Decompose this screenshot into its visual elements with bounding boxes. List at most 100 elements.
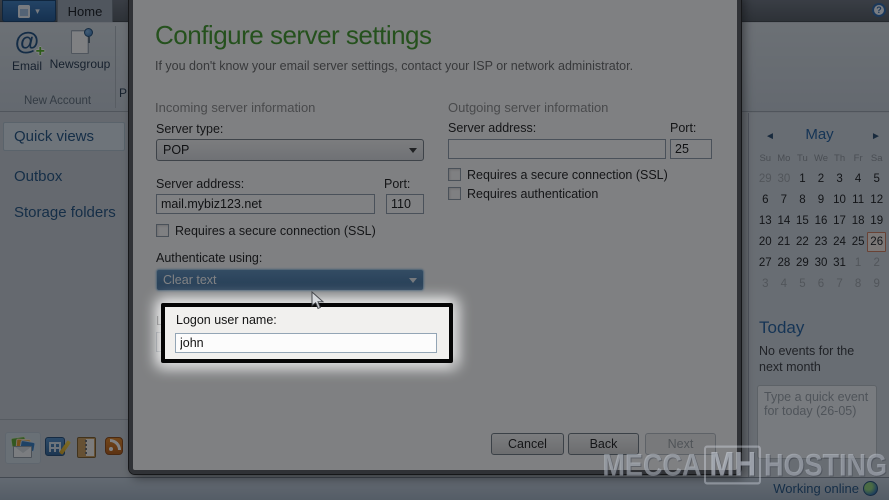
calendar-day[interactable]: 8 [793,190,812,210]
chevron-down-icon [409,147,417,153]
calendar-day[interactable]: 3 [830,169,849,189]
plus-icon: + [35,43,45,60]
shortcut-bar [0,420,129,477]
calendar-day[interactable]: 5 [793,274,812,294]
back-button[interactable]: Back [568,433,639,455]
server-type-value: POP [163,143,190,157]
dialog-subtitle: If you don't know your email server sett… [155,59,634,73]
dialog-title: Configure server settings [155,20,432,50]
weekday-label: Tu [797,153,808,164]
incoming-address-input[interactable] [156,194,375,214]
calendar-day[interactable]: 23 [812,232,831,252]
calendar-day[interactable]: 1 [849,253,868,273]
feeds-shortcut-icon[interactable] [105,437,123,455]
calendar-day[interactable]: 30 [775,169,794,189]
partial-button-label: P [119,86,128,100]
email-button[interactable]: @ + Email [8,28,46,73]
cancel-button[interactable]: Cancel [491,433,564,455]
app-menu-button[interactable]: ▾ [2,0,56,22]
calendar-day[interactable]: 20 [756,232,775,252]
outgoing-section-header: Outgoing server information [448,100,609,115]
outgoing-address-input[interactable] [448,139,666,159]
pushpin-icon [84,28,93,43]
mail-shortcut-icon[interactable] [10,436,37,459]
next-button[interactable]: Next [645,433,716,455]
calendar-day[interactable]: 16 [812,211,831,231]
calendar-day[interactable]: 12 [867,190,886,210]
quick-event-input[interactable] [757,385,877,459]
calendar-day[interactable]: 3 [756,274,775,294]
sidebar-item-outbox[interactable]: Outbox [14,168,62,185]
authenticate-value: Clear text [163,273,217,287]
server-type-label: Server type: [156,122,224,136]
calendar-month-label[interactable]: May [749,126,889,143]
calendar-day[interactable]: 7 [775,190,794,210]
logon-user-name-label: Logon user name: [176,313,277,327]
outgoing-ssl-checkbox[interactable] [448,168,461,181]
weekday-label: We [813,153,829,164]
sidebar-item-storage-folders[interactable]: Storage folders [14,204,116,221]
calendar-day[interactable]: 18 [849,211,868,231]
authenticate-label: Authenticate using: [156,251,263,265]
calendar-day[interactable]: 6 [812,274,831,294]
calendar-day[interactable]: 4 [849,169,868,189]
calendar-day[interactable]: 29 [793,253,812,273]
calendar-day[interactable]: 11 [849,190,868,210]
calendar-day[interactable]: 8 [849,274,868,294]
calendar-day[interactable]: 28 [775,253,794,273]
incoming-ssl-checkbox[interactable] [156,224,169,237]
calendar-next-icon[interactable]: ► [871,131,881,142]
calendar-day[interactable]: 17 [830,211,849,231]
calendar-day[interactable]: 9 [812,190,831,210]
sidebar-item-label: Quick views [14,128,95,145]
help-icon[interactable]: ? [872,3,886,17]
logon-user-name-input[interactable] [175,333,437,353]
calendar-day[interactable]: 2 [812,169,831,189]
outgoing-address-label: Server address: [448,121,537,135]
calendar-day[interactable]: 13 [756,211,775,231]
calendar-day[interactable]: 10 [830,190,849,210]
newsgroup-button-label: Newsgroup [49,57,111,71]
outgoing-port-input[interactable] [670,139,712,159]
server-type-select[interactable]: POP [156,139,424,161]
tab-home[interactable]: Home [57,0,113,22]
incoming-ssl-label: Requires a secure connection (SSL) [175,224,376,238]
calendar-day[interactable]: 1 [793,169,812,189]
authenticate-select[interactable]: Clear text [156,269,424,291]
logon-spotlight: Logon user name: [161,303,453,363]
contacts-shortcut-icon[interactable] [77,437,96,458]
newsgroup-button[interactable]: Newsgroup [48,28,112,71]
calendar-day[interactable]: 31 [830,253,849,273]
calendar-day[interactable]: 22 [793,232,812,252]
calendar-day[interactable]: 14 [775,211,794,231]
calendar-pane: ◄ May ► Su Mo Tu We Th Fr Sa 29 30 1 2 3 4 5 6 7 8 9 10 11… [748,113,889,477]
calendar-shortcut-icon[interactable] [45,437,65,456]
weekday-label: Fr [853,153,863,164]
calendar-day[interactable]: 30 [812,253,831,273]
calendar-day[interactable]: 21 [775,232,794,252]
sidebar-item-label: Storage folders [14,204,116,221]
incoming-port-label: Port: [384,177,411,191]
incoming-port-input[interactable] [386,194,424,214]
calendar-day[interactable]: 27 [756,253,775,273]
calendar-day[interactable]: 15 [793,211,812,231]
calendar-day[interactable]: 24 [830,232,849,252]
working-online-status: Working online [773,481,859,496]
calendar-day[interactable]: 2 [867,253,886,273]
today-heading[interactable]: Today [759,318,804,338]
ribbon-group-separator [115,26,116,108]
calendar-day[interactable]: 25 [849,232,868,252]
calendar-day[interactable]: 6 [756,190,775,210]
calendar-day[interactable]: 4 [775,274,794,294]
calendar-day[interactable]: 5 [867,169,886,189]
calendar-day[interactable]: 26 [867,232,886,252]
tab-home-label: Home [67,3,103,19]
calendar-day[interactable]: 9 [867,274,886,294]
sidebar-item-quick-views[interactable]: Quick views [3,122,125,151]
calendar-day[interactable]: 29 [756,169,775,189]
calendar-day[interactable]: 19 [867,211,886,231]
calendar-day[interactable]: 7 [830,274,849,294]
app-menu-icon [18,4,31,18]
outgoing-auth-checkbox[interactable] [448,187,461,200]
weekday-label: Th [834,153,846,164]
